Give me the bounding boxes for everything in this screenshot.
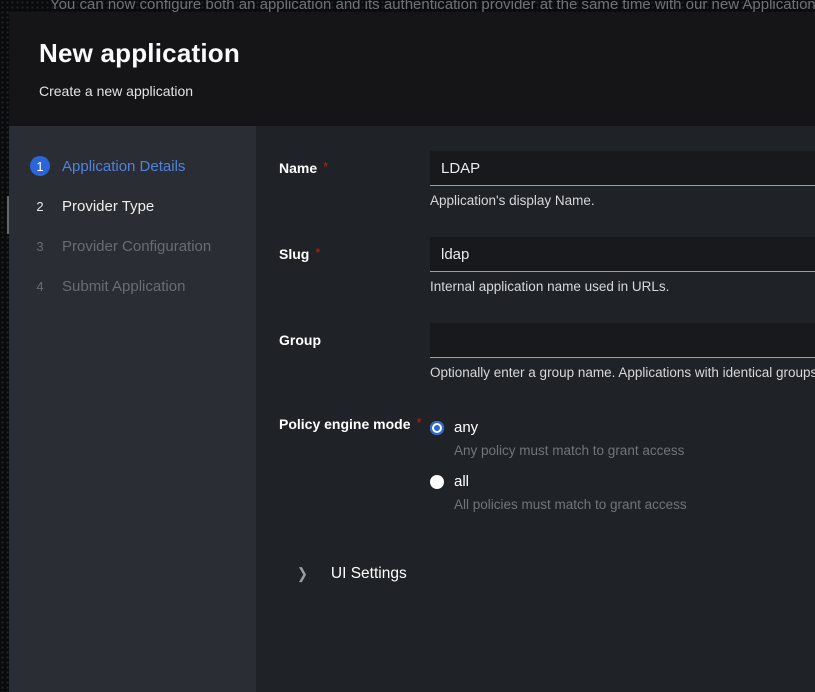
form-group-group: Group Optionally enter a group name. App… — [279, 323, 815, 380]
policy-engine-mode-label: Policy engine mode * — [279, 409, 430, 527]
step-label: Submit Application — [62, 278, 185, 295]
label-text: Name — [279, 160, 317, 176]
ui-settings-expander[interactable]: ❯ UI Settings — [279, 565, 815, 583]
step-label: Provider Configuration — [62, 238, 211, 255]
radio-all-label[interactable]: all — [454, 473, 469, 490]
radio-any-label[interactable]: any — [454, 419, 478, 436]
name-field-label: Name * — [279, 151, 430, 208]
wizard-steps-nav: 1 Application Details 2 Provider Type 3 … — [9, 126, 256, 692]
wizard-form-panel: Name * Application's display Name. Slug * … — [256, 126, 815, 692]
modal-header: New application Create a new application — [9, 12, 815, 126]
slug-input[interactable] — [430, 237, 815, 272]
modal-body: 1 Application Details 2 Provider Type 3 … — [9, 126, 815, 692]
radio-all-description: All policies must match to grant access — [454, 497, 815, 512]
wizard-step-application-details[interactable]: 1 Application Details — [9, 146, 256, 186]
group-input[interactable] — [430, 323, 815, 358]
step-label: Provider Type — [62, 198, 154, 215]
step-number: 3 — [30, 236, 50, 256]
step-number-badge: 1 — [30, 156, 50, 176]
chevron-right-icon: ❯ — [297, 565, 308, 583]
label-text: Slug — [279, 246, 309, 262]
ui-settings-label: UI Settings — [331, 565, 407, 583]
step-number: 4 — [30, 276, 50, 296]
wizard-step-submit-application: 4 Submit Application — [9, 266, 256, 306]
modal-title: New application — [39, 38, 815, 69]
required-asterisk: * — [323, 159, 328, 174]
radio-all[interactable] — [430, 475, 444, 489]
label-text: Group — [279, 332, 321, 348]
new-application-modal: New application Create a new application… — [9, 12, 815, 692]
form-group-slug: Slug * Internal application name used in … — [279, 237, 815, 294]
modal-subtitle: Create a new application — [39, 83, 815, 99]
form-group-policy-engine-mode: Policy engine mode * any Any policy must … — [279, 409, 815, 527]
wizard-step-provider-configuration: 3 Provider Configuration — [9, 226, 256, 266]
policy-option-all: all All policies must match to grant acc… — [430, 473, 815, 512]
required-asterisk: * — [315, 245, 320, 260]
wizard-step-provider-type[interactable]: 2 Provider Type — [9, 186, 256, 226]
group-help-text: Optionally enter a group name. Applicati… — [430, 365, 815, 380]
slug-help-text: Internal application name used in URLs. — [430, 279, 815, 294]
name-input[interactable] — [430, 151, 815, 186]
step-label: Application Details — [62, 158, 185, 175]
label-text: Policy engine mode — [279, 416, 410, 432]
form-group-name: Name * Application's display Name. — [279, 151, 815, 208]
radio-any[interactable] — [430, 421, 444, 435]
required-asterisk: * — [416, 415, 421, 430]
slug-field-label: Slug * — [279, 237, 430, 294]
radio-any-description: Any policy must match to grant access — [454, 443, 815, 458]
group-field-label: Group — [279, 323, 430, 380]
policy-option-any: any Any policy must match to grant acces… — [430, 419, 815, 458]
name-help-text: Application's display Name. — [430, 193, 815, 208]
step-number: 2 — [30, 196, 50, 216]
